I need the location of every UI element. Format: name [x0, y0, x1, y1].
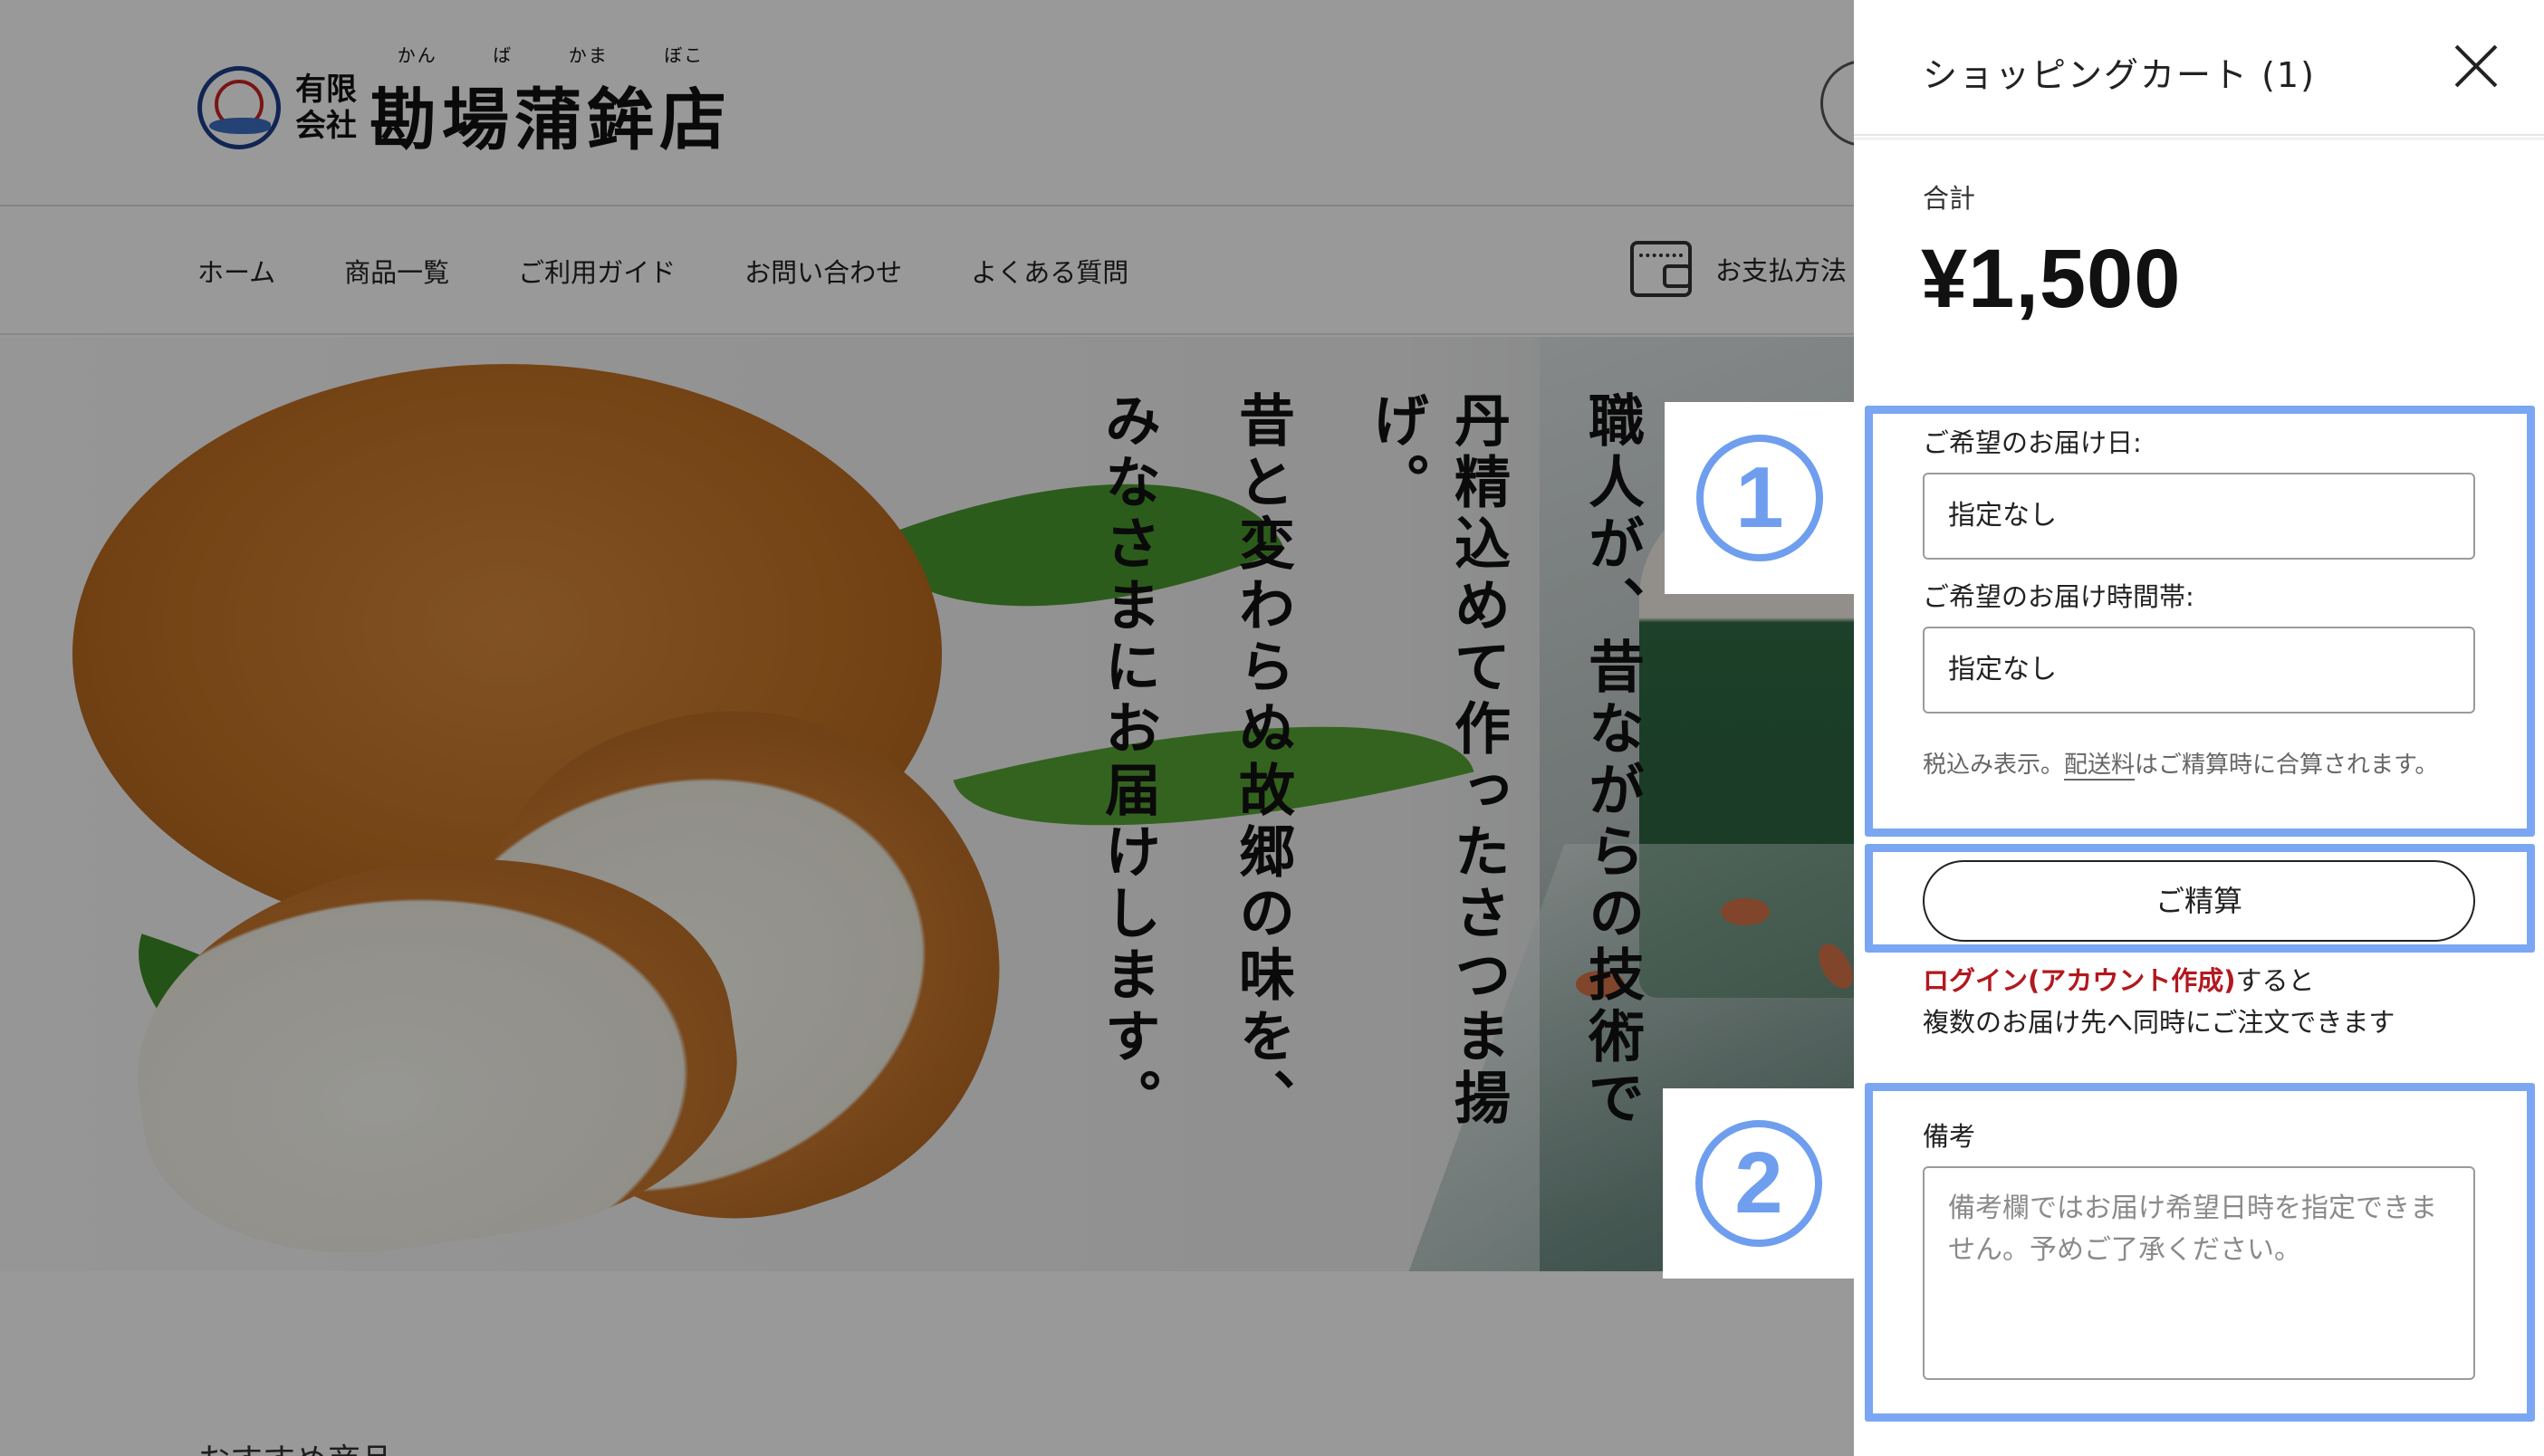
close-icon[interactable]: [2452, 42, 2501, 91]
checkout-button[interactable]: ご精算: [1923, 860, 2475, 942]
delivery-date-select[interactable]: 指定なし: [1923, 473, 2475, 560]
total-label: 合計: [1923, 183, 1976, 214]
annotation-badge-2: 2: [1663, 1088, 1855, 1279]
login-note: ログイン(アカウント作成)すると 複数のお届け先へ同時にご注文できます: [1923, 960, 2502, 1043]
login-link[interactable]: ログイン(アカウント作成): [1923, 965, 2236, 996]
shipping-fee-link[interactable]: 配送料: [2064, 752, 2136, 781]
cart-divider: [1854, 138, 2544, 141]
delivery-date-label: ご希望のお届け日:: [1923, 427, 2142, 458]
memo-textarea[interactable]: [1923, 1166, 2475, 1380]
circled-number-1-icon: 1: [1696, 435, 1823, 561]
login-note-suffix: すると: [2235, 965, 2315, 996]
delivery-time-label: ご希望のお届け時間帯:: [1923, 581, 2194, 612]
tax-note: 税込み表示。配送料はご精算時に合算されます。: [1923, 746, 2475, 784]
delivery-time-select[interactable]: 指定なし: [1923, 627, 2475, 714]
annotation-badge-1: 1: [1665, 402, 1855, 594]
tax-note-suffix: はご精算時に合算されます。: [2135, 752, 2439, 779]
cart-title: ショッピングカート (1): [1923, 55, 2316, 95]
memo-label: 備考: [1923, 1121, 1976, 1152]
tax-note-prefix: 税込み表示。: [1923, 752, 2065, 779]
circled-number-2-icon: 2: [1695, 1120, 1822, 1247]
total-value: ¥1,500: [1921, 233, 2182, 325]
cart-drawer: ショッピングカート (1) 合計 ¥1,500 ご希望のお届け日: 指定なし ご…: [1854, 0, 2544, 1456]
login-note-line2: 複数のお届け先へ同時にご注文できます: [1923, 1007, 2395, 1038]
cart-header: ショッピングカート (1): [1854, 0, 2544, 136]
